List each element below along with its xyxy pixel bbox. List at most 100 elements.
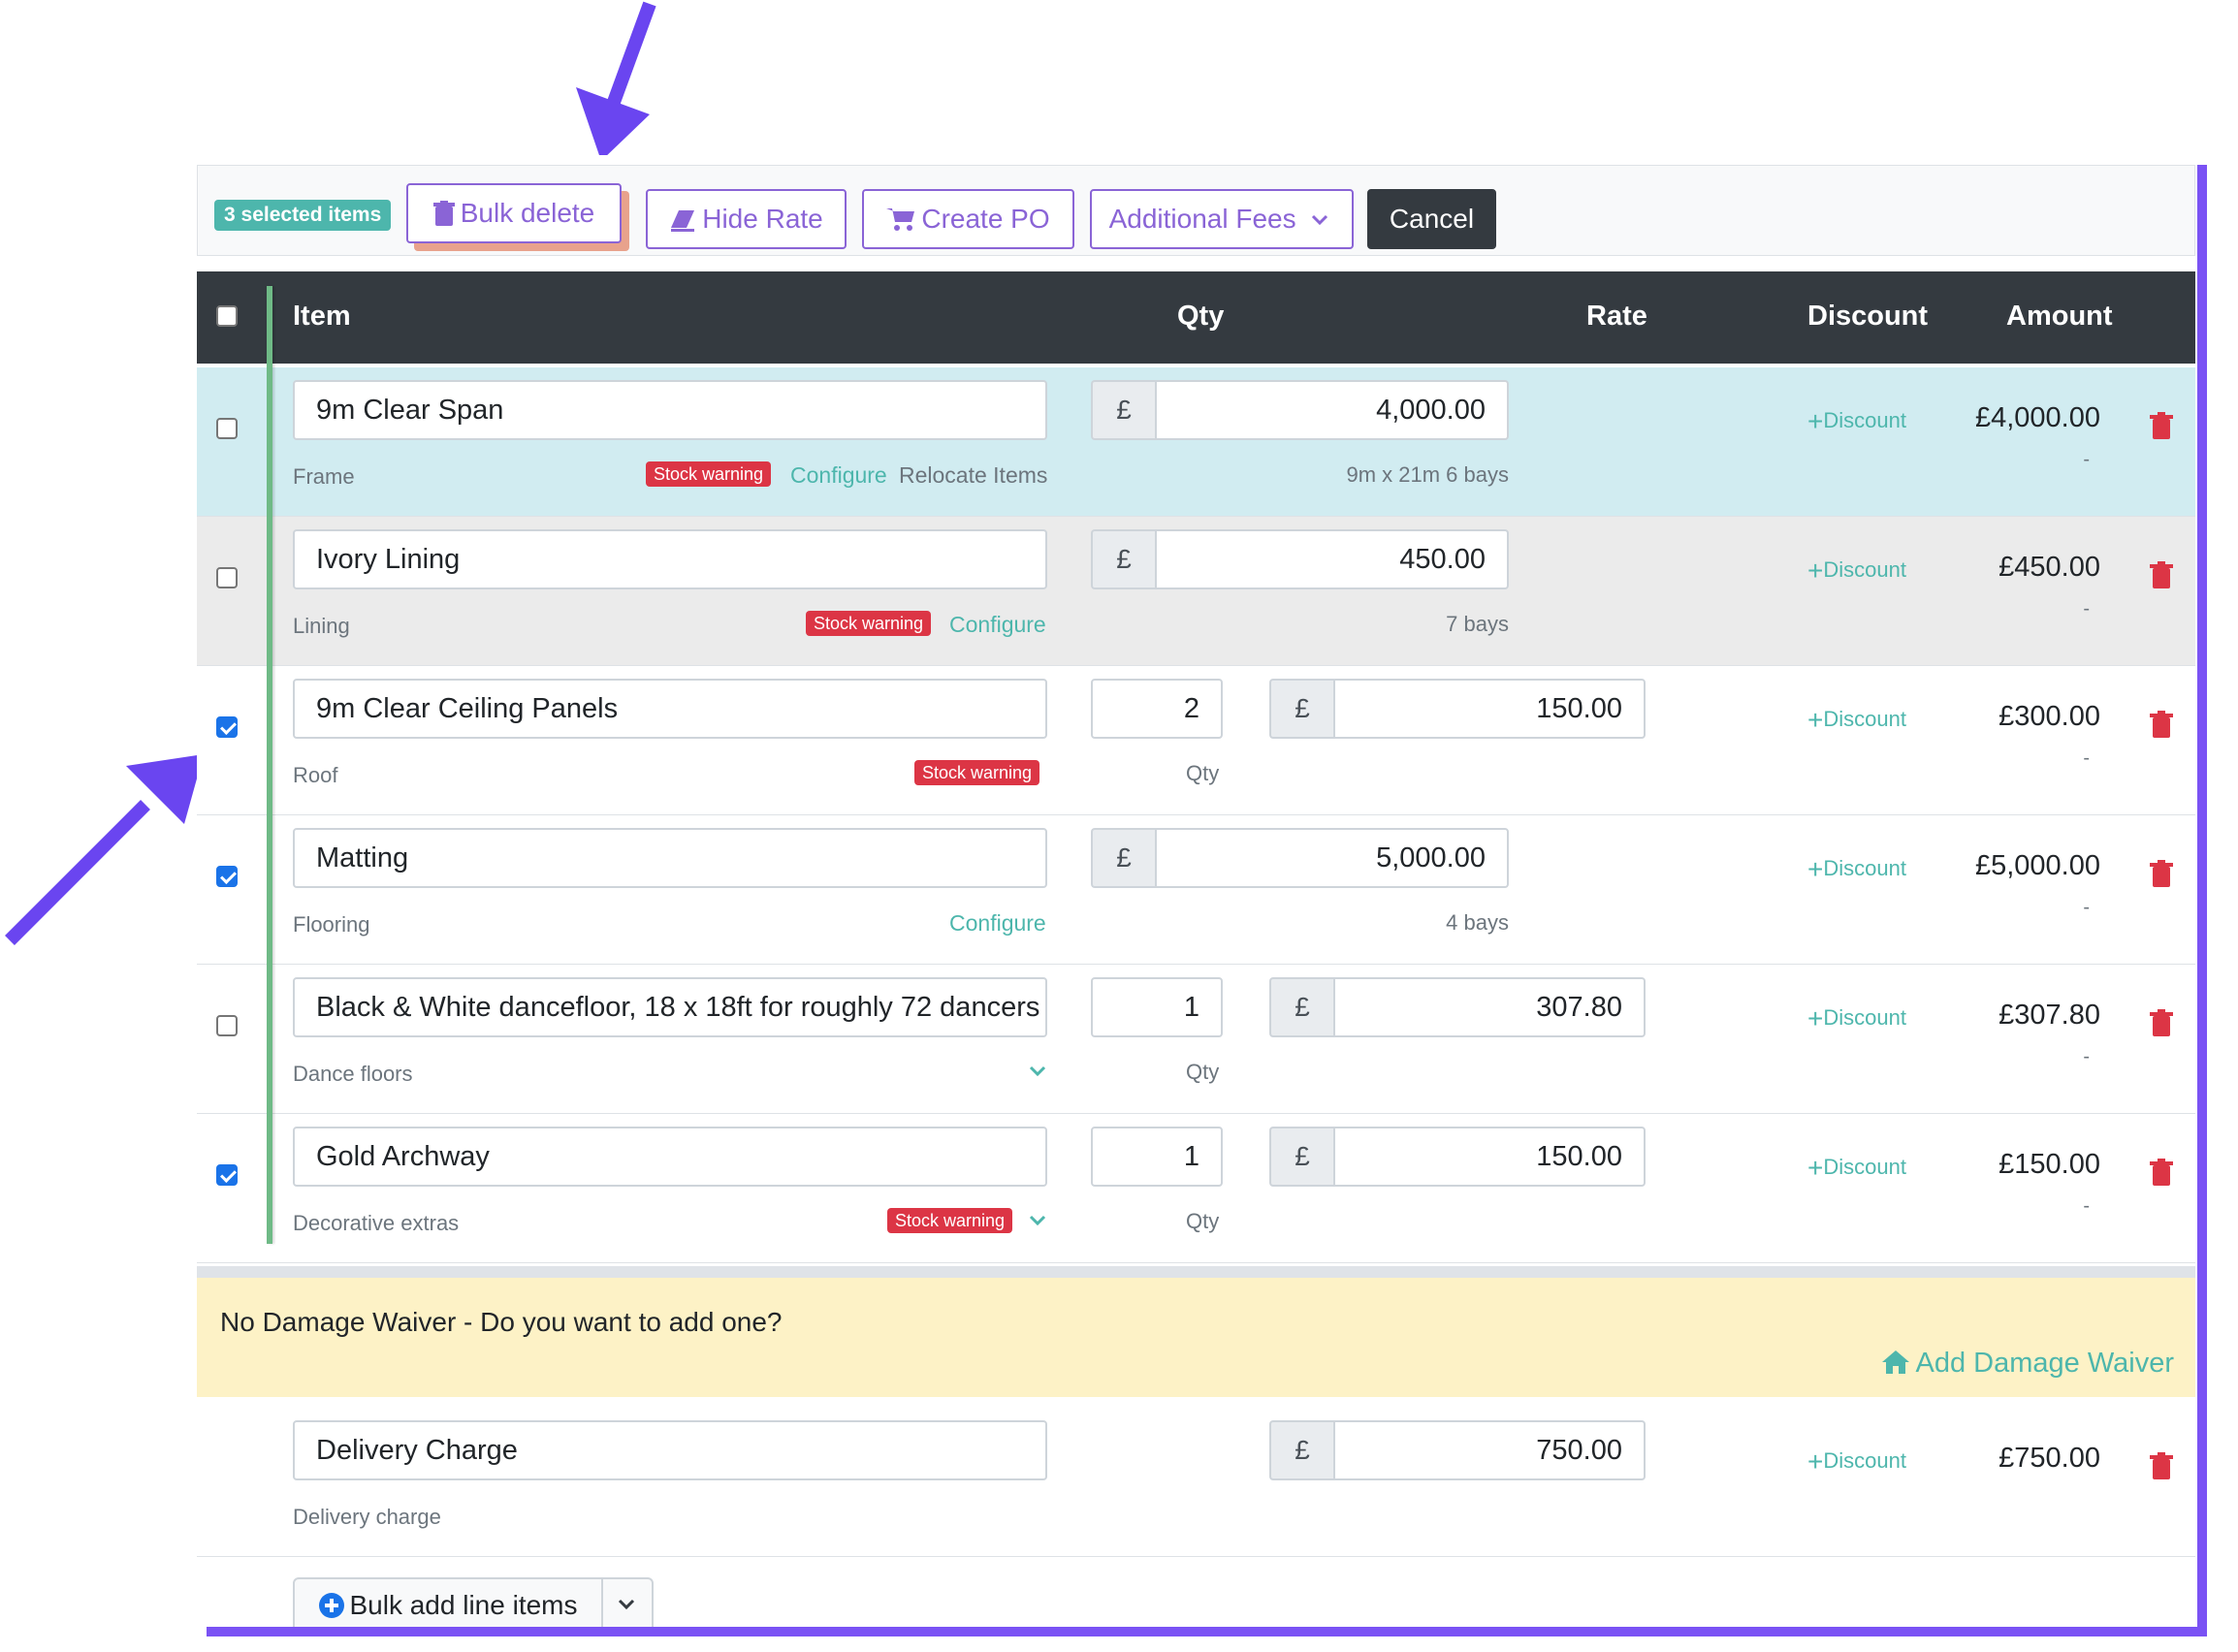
row-checkbox[interactable] — [216, 567, 238, 588]
trash-icon[interactable] — [2150, 412, 2173, 439]
add-discount-link[interactable]: +Discount — [1807, 705, 1906, 736]
table-row: Matting Flooring Configure £ 5,000.00 4 … — [197, 815, 2195, 965]
rate-input[interactable]: 150.00 — [1333, 1127, 1646, 1187]
row-checkbox[interactable] — [216, 1164, 238, 1186]
chevron-down-icon[interactable] — [1029, 1215, 1046, 1226]
discount-label: Discount — [1823, 1155, 1906, 1179]
delivery-amount: £750.00 — [1998, 1443, 2100, 1474]
additional-fees-dropdown[interactable]: Additional Fees — [1090, 189, 1354, 249]
plus-icon: + — [1807, 705, 1824, 735]
delivery-rate-input[interactable]: 750.00 — [1333, 1420, 1646, 1480]
discount-label: Discount — [1823, 557, 1906, 582]
hide-rate-button[interactable]: Hide Rate — [646, 189, 847, 249]
amount-note: - — [2083, 598, 2090, 620]
item-category: Dance floors — [293, 1062, 413, 1086]
rate-input[interactable]: 450.00 — [1155, 529, 1509, 589]
add-damage-waiver-label: Add Damage Waiver — [1915, 1348, 2174, 1379]
table-row: 9m Clear Span Frame Stock warning Config… — [197, 367, 2195, 517]
rate-input[interactable]: 150.00 — [1333, 679, 1646, 739]
qty-input[interactable]: 1 — [1091, 1127, 1223, 1187]
amount-note: - — [2083, 1046, 2090, 1067]
line-items-panel: 3 selected items Bulk delete Hide Rate C… — [197, 155, 2197, 1627]
currency-addon: £ — [1269, 1127, 1333, 1187]
delivery-row: Delivery Charge Delivery charge £ 750.00… — [197, 1408, 2195, 1557]
stock-warning-badge: Stock warning — [887, 1208, 1013, 1233]
trash-icon — [432, 201, 455, 226]
configure-link[interactable]: Configure — [949, 910, 1046, 937]
add-discount-link[interactable]: +Discount — [1807, 556, 1906, 587]
bulk-delete-button[interactable]: Bulk delete — [406, 183, 622, 243]
item-name-input[interactable]: Gold Archway — [293, 1127, 1047, 1187]
configure-link[interactable]: Configure — [790, 462, 887, 489]
header-rate: Rate — [1586, 301, 1647, 332]
trash-icon[interactable] — [2150, 1009, 2173, 1036]
rate-input[interactable]: 5,000.00 — [1155, 828, 1509, 888]
trash-icon[interactable] — [2150, 860, 2173, 887]
qty-input[interactable]: 2 — [1091, 679, 1223, 739]
stock-warning-badge: Stock warning — [806, 611, 932, 636]
discount-label: Discount — [1823, 408, 1906, 432]
row-checkbox[interactable] — [216, 418, 238, 439]
item-name-input[interactable]: 9m Clear Ceiling Panels — [293, 679, 1047, 739]
trash-icon[interactable] — [2150, 1452, 2173, 1479]
table-row: 9m Clear Ceiling Panels Roof Stock warni… — [197, 666, 2195, 815]
item-name-input[interactable]: Matting — [293, 828, 1047, 888]
discount-label: Discount — [1823, 856, 1906, 880]
currency-addon: £ — [1269, 1420, 1333, 1480]
discount-label: Discount — [1823, 1005, 1906, 1030]
item-category: Decorative extras — [293, 1211, 460, 1235]
plus-icon: + — [1807, 1003, 1824, 1033]
bulk-add-label: Bulk add line items — [349, 1590, 578, 1620]
add-discount-link[interactable]: +Discount — [1807, 1153, 1906, 1184]
plus-icon: + — [1807, 1446, 1824, 1477]
bulk-actions-toolbar: 3 selected items Bulk delete Hide Rate C… — [197, 165, 2195, 256]
qty-input[interactable]: 1 — [1091, 977, 1223, 1037]
item-name-input[interactable]: Ivory Lining — [293, 529, 1047, 589]
trash-icon[interactable] — [2150, 561, 2173, 588]
qty-label: Qty — [1186, 761, 1220, 785]
add-damage-waiver-link[interactable]: Add Damage Waiver — [1881, 1348, 2174, 1380]
plus-icon: + — [1807, 1153, 1824, 1183]
currency-addon: £ — [1091, 529, 1155, 589]
row-checkbox[interactable] — [216, 1015, 238, 1036]
stock-warning-badge: Stock warning — [914, 760, 1040, 785]
waiver-message: No Damage Waiver - Do you want to add on… — [220, 1307, 783, 1337]
item-name-input[interactable]: 9m Clear Span — [293, 380, 1047, 440]
select-all-checkbox[interactable] — [216, 305, 238, 327]
currency-addon: £ — [1269, 679, 1333, 739]
chevron-down-icon[interactable] — [618, 1599, 635, 1610]
plus-icon: + — [1807, 854, 1824, 884]
selected-count-badge: 3 selected items — [214, 200, 392, 231]
row-checkbox[interactable] — [216, 716, 238, 738]
configure-link[interactable]: Configure — [949, 612, 1046, 638]
rate-note: 7 bays — [1446, 612, 1509, 636]
selection-highlight-bar — [267, 286, 272, 1244]
add-discount-link[interactable]: +Discount — [1807, 1446, 1906, 1477]
trash-icon[interactable] — [2150, 711, 2173, 738]
table-row: Gold Archway Decorative extras Stock war… — [197, 1114, 2195, 1263]
row-checkbox[interactable] — [216, 866, 238, 887]
cart-icon — [886, 208, 915, 231]
cancel-button[interactable]: Cancel — [1367, 189, 1496, 249]
home-icon — [1881, 1350, 1909, 1374]
item-category: Frame — [293, 464, 355, 489]
rate-input[interactable]: 4,000.00 — [1155, 380, 1509, 440]
additional-fees-label: Additional Fees — [1108, 204, 1296, 234]
amount-note: - — [2083, 747, 2090, 769]
rate-input[interactable]: 307.80 — [1333, 977, 1646, 1037]
add-discount-link[interactable]: +Discount — [1807, 854, 1906, 885]
stock-warning-badge: Stock warning — [646, 461, 772, 487]
item-category: Flooring — [293, 912, 370, 937]
item-name-input[interactable]: Black & White dancefloor, 18 x 18ft for … — [293, 977, 1047, 1037]
item-category: Lining — [293, 614, 350, 638]
add-discount-link[interactable]: +Discount — [1807, 406, 1906, 437]
delivery-name-input[interactable]: Delivery Charge — [293, 1420, 1047, 1480]
discount-label: Discount — [1823, 707, 1906, 731]
chevron-down-icon[interactable] — [1029, 1065, 1046, 1077]
add-discount-link[interactable]: +Discount — [1807, 1003, 1906, 1034]
create-po-button[interactable]: Create PO — [862, 189, 1074, 249]
qty-label: Qty — [1186, 1209, 1220, 1233]
bulk-add-button[interactable]: Bulk add line items — [295, 1579, 603, 1627]
trash-icon[interactable] — [2150, 1159, 2173, 1186]
relocate-items-link[interactable]: Relocate Items — [899, 462, 1047, 489]
